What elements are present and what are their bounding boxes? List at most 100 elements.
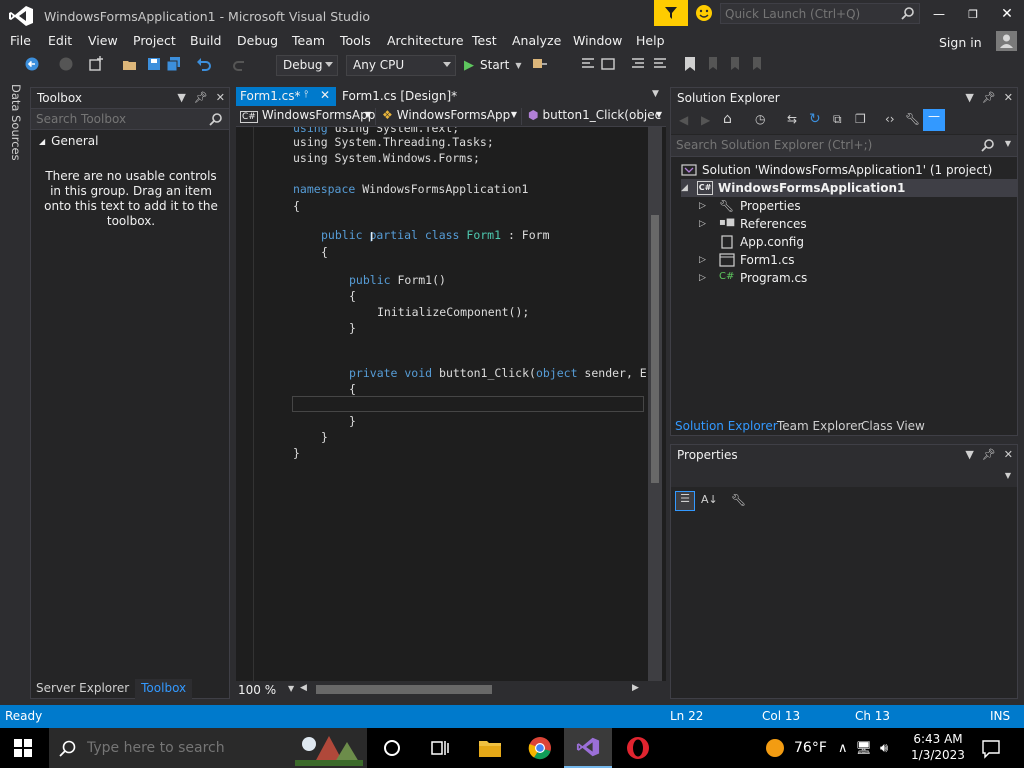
collapse-all-icon[interactable]: ⧉ — [833, 112, 842, 127]
tab-toolbox[interactable]: Toolbox — [135, 679, 193, 699]
toolbox-group-general[interactable]: ◢ General — [39, 134, 98, 148]
quick-launch-box[interactable] — [720, 3, 920, 24]
menu-test[interactable]: Test — [472, 33, 497, 48]
editor-vertical-scrollbar[interactable] — [648, 127, 662, 681]
menu-help[interactable]: Help — [636, 33, 665, 48]
clear-bookmarks-icon[interactable] — [750, 56, 766, 72]
forward-icon[interactable]: ▶ — [701, 113, 710, 127]
network-icon[interactable]: 🖥︎ — [856, 741, 873, 756]
tab-server-explorer[interactable]: Server Explorer — [30, 679, 135, 699]
bookmark-icon[interactable] — [682, 56, 698, 72]
visual-studio-app[interactable] — [564, 728, 612, 768]
sync-icon[interactable]: ⇆ — [787, 112, 797, 126]
task-view-cortana-button[interactable] — [368, 728, 416, 768]
tree-item-properties[interactable]: ▷ 🔧︎ Properties — [699, 197, 801, 215]
start-debugging-button[interactable]: ▶ Start ▼ — [464, 56, 521, 74]
solution-explorer-search-input[interactable] — [676, 138, 976, 152]
toolbox-search-input[interactable] — [36, 112, 196, 126]
panel-dropdown-icon[interactable]: ▼ — [965, 91, 973, 104]
tab-team-explorer[interactable]: Team Explorer — [777, 419, 863, 433]
align-left-icon[interactable] — [630, 56, 646, 72]
restore-button[interactable]: ❐ — [962, 4, 984, 24]
menu-analyze[interactable]: Analyze — [512, 33, 561, 48]
member-nav-dropdown[interactable]: ⬢ button1_Click(objec ▼ — [524, 108, 666, 125]
align-right-icon[interactable] — [652, 56, 668, 72]
menu-debug[interactable]: Debug — [237, 33, 278, 48]
tree-item-project[interactable]: ◢ C# WindowsFormsApplication1 — [681, 179, 1017, 197]
new-project-icon[interactable] — [88, 56, 104, 72]
refresh-icon[interactable]: ↻ — [809, 111, 821, 127]
taskbar-search-box[interactable] — [49, 728, 367, 768]
pin-icon[interactable]: ⫯ — [304, 89, 308, 100]
taskbar-search-input[interactable] — [87, 739, 287, 757]
file-explorer-app[interactable] — [466, 728, 514, 768]
scroll-right-icon[interactable]: ▶ — [632, 683, 639, 693]
pin-icon[interactable]: 📌︎ — [194, 91, 208, 104]
menu-window[interactable]: Window — [573, 33, 622, 48]
tree-item-program-cs[interactable]: ▷ C# Program.cs — [699, 269, 807, 287]
tab-overflow-dropdown-icon[interactable]: ▼ — [652, 89, 659, 99]
forward-navigate-icon[interactable] — [58, 56, 74, 72]
account-icon[interactable] — [996, 31, 1017, 51]
close-tab-icon[interactable]: ✕ — [320, 88, 330, 102]
view-code-icon[interactable]: ‹› — [885, 112, 895, 126]
menu-file[interactable]: File — [10, 33, 31, 48]
feedback-filter-button[interactable] — [654, 0, 688, 26]
opera-app[interactable] — [614, 728, 662, 768]
tree-item-app-config[interactable]: App.config — [719, 233, 804, 251]
back-navigate-icon[interactable] — [24, 56, 40, 72]
code-editor[interactable]: using using System.Text; using System.Th… — [236, 127, 666, 681]
close-window-button[interactable]: ✕ — [996, 4, 1018, 24]
tab-form1-design[interactable]: Form1.cs [Design]* — [338, 87, 488, 106]
pending-changes-icon[interactable]: ◷ — [755, 112, 765, 126]
alphabetical-sort-icon[interactable]: A↓ — [701, 493, 718, 506]
panel-dropdown-icon[interactable]: ▼ — [965, 448, 973, 461]
tree-item-form1-cs[interactable]: ▷ Form1.cs — [699, 251, 795, 269]
next-bookmark-icon[interactable] — [728, 56, 744, 72]
weather-widget[interactable]: 76°F — [766, 728, 827, 768]
tree-item-solution[interactable]: Solution 'WindowsFormsApplication1' (1 p… — [681, 161, 992, 179]
step-into-icon[interactable] — [580, 56, 596, 72]
preview-selected-icon[interactable]: — — [923, 109, 945, 131]
pin-icon[interactable]: 📌︎ — [982, 448, 996, 461]
menu-view[interactable]: View — [88, 33, 118, 48]
solution-configuration-dropdown[interactable]: Debug — [276, 55, 338, 76]
scrollbar-thumb[interactable] — [651, 215, 659, 483]
menu-tools[interactable]: Tools — [340, 33, 371, 48]
chevron-up-icon[interactable]: ∧ — [838, 741, 848, 756]
menu-architecture[interactable]: Architecture — [387, 33, 464, 48]
redo-icon[interactable] — [232, 56, 248, 72]
save-all-icon[interactable] — [166, 56, 182, 72]
close-icon[interactable]: ✕ — [1004, 448, 1013, 461]
previous-bookmark-icon[interactable] — [706, 56, 722, 72]
menu-project[interactable]: Project — [133, 33, 176, 48]
sign-in-link[interactable]: Sign in — [939, 35, 982, 50]
properties-object-selector[interactable]: ▼ — [671, 465, 1017, 487]
volume-icon[interactable]: 🔊︎ — [880, 741, 888, 756]
task-view-button[interactable] — [416, 728, 464, 768]
send-feedback-smiley-icon[interactable] — [694, 3, 714, 23]
tree-item-references[interactable]: ▷ ▪■ References — [699, 215, 807, 233]
tab-form1-cs[interactable]: Form1.cs* ⫯ ✕ — [236, 87, 336, 106]
toolbox-search-box[interactable] — [31, 108, 229, 130]
solution-explorer-search-box[interactable]: ▼ — [671, 135, 1017, 157]
show-all-files-icon[interactable]: ❐ — [855, 112, 866, 126]
menu-edit[interactable]: Edit — [48, 33, 72, 48]
browser-link-icon[interactable] — [532, 56, 548, 72]
chrome-app[interactable] — [516, 728, 564, 768]
property-pages-wrench-icon[interactable]: 🔧︎ — [731, 493, 746, 507]
minimize-button[interactable]: — — [928, 4, 950, 24]
properties-wrench-icon[interactable]: 🔧︎ — [905, 112, 920, 126]
notification-center-button[interactable] — [976, 734, 1006, 762]
panel-dropdown-icon[interactable]: ▼ — [177, 91, 185, 104]
home-icon[interactable]: ⌂ — [723, 111, 732, 127]
categorized-icon[interactable]: ☰ — [675, 491, 695, 511]
pin-icon[interactable]: 📌︎ — [982, 91, 996, 104]
project-nav-dropdown[interactable]: C# WindowsFormsApp ▼ — [236, 108, 376, 125]
data-sources-vertical-tab[interactable]: Data Sources — [8, 84, 24, 161]
menu-build[interactable]: Build — [190, 33, 221, 48]
close-icon[interactable]: ✕ — [216, 91, 225, 104]
step-over-icon[interactable] — [600, 56, 616, 72]
undo-icon[interactable] — [196, 56, 212, 72]
zoom-level[interactable]: 100 % — [238, 683, 276, 697]
